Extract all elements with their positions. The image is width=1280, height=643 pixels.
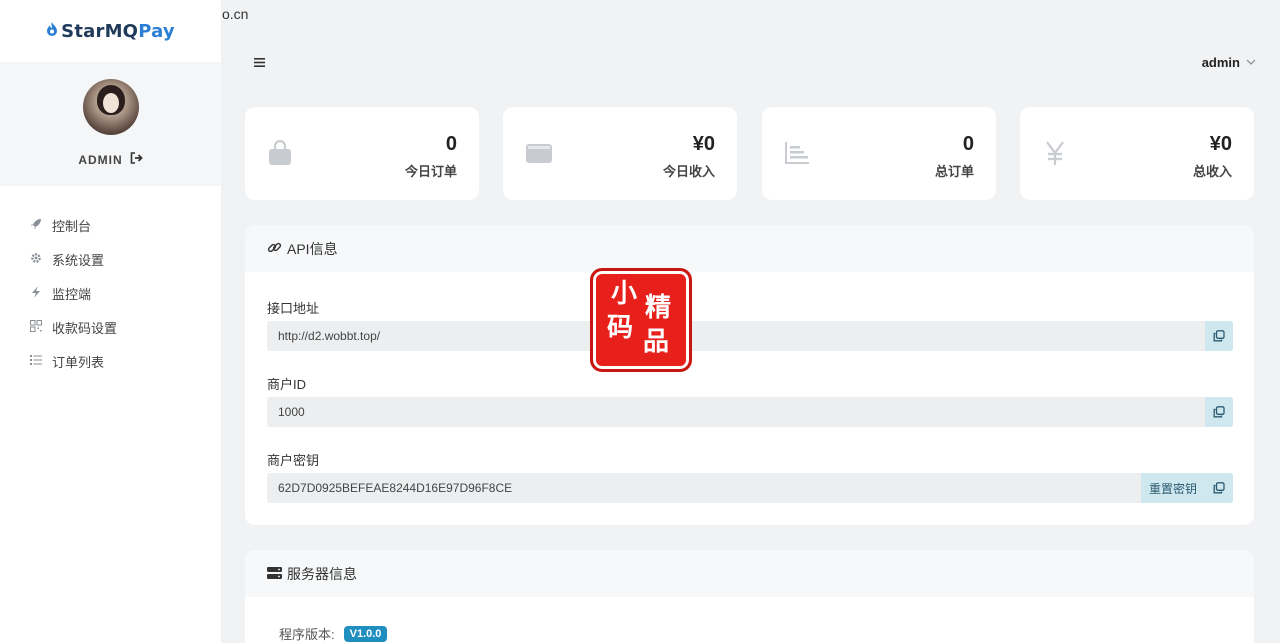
qrcode-icon [29,319,43,335]
merchant-key-label: 商户密钥 [267,453,320,468]
sidebar-item-label: 系统设置 [52,252,105,268]
gear-icon [29,252,43,267]
sidebar-menu: 控制台 系统设置 监控端 收款码设置 订单列表 [0,208,221,378]
version-label: 程序版本: [279,627,335,642]
profile-section: ADMIN [0,62,221,186]
merchant-id-label: 商户ID [267,377,307,392]
stat-value: ¥0 [692,133,715,155]
wallet-icon [525,140,552,166]
stamp-char: 品 [643,327,670,357]
stamp-char: 码 [607,313,634,343]
url-fragment: o.cn [222,6,249,22]
panel-header: API信息 [245,225,1254,272]
reset-key-button[interactable]: 重置密钥 [1140,473,1205,503]
link-icon [267,240,282,258]
topbar: admin [221,38,1280,86]
version-badge: V1.0.0 [343,625,388,642]
yen-icon [1042,140,1068,166]
user-name: admin [1201,54,1240,70]
panel-header: 服务器信息 [245,550,1254,597]
stamp-char: 小 [611,279,638,309]
merchant-key-field[interactable]: 62D7D0925BEFEAE8244D16E97D96F8CE 重置密钥 [267,473,1233,503]
profile-name-row: ADMIN [78,152,143,167]
stat-card-total-income: ¥0 总收入 [1020,107,1254,200]
sidebar-item-label: 监控端 [52,286,92,302]
brand-name: StarMQ [61,20,139,42]
chart-icon [784,140,810,166]
stamp-char: 精 [645,293,672,323]
api-info-panel: API信息 接口地址 http://d2.wobbt.top/ 商户ID 100… [245,225,1254,525]
endpoint-value: http://d2.wobbt.top/ [278,329,381,343]
stat-label: 总订单 [934,164,974,179]
stat-card-total-orders: 0 总订单 [762,107,996,200]
copy-icon [1213,482,1225,494]
stat-card-today-income: ¥0 今日收入 [503,107,737,200]
stat-value: ¥0 [1209,133,1232,155]
sidebar-item-dashboard[interactable]: 控制台 [0,208,221,242]
copy-merchant-key-button[interactable] [1205,473,1233,503]
brand-logo[interactable]: StarMQ Pay [0,0,221,62]
sidebar: StarMQ Pay ADMIN 控制台 系统设置 监控端 收款码设置 订单列表 [0,0,221,643]
panel-title: 服务器信息 [287,565,357,582]
stat-value: 0 [962,133,974,155]
panel-title: API信息 [287,240,338,257]
hamburger-menu-icon[interactable] [254,54,265,71]
copy-icon [1213,406,1225,418]
stat-value: 0 [445,133,457,155]
watermark-stamp: 小 精 码 品 [590,268,692,372]
sidebar-item-orders[interactable]: 订单列表 [0,344,221,378]
avatar[interactable] [82,79,139,135]
copy-merchant-id-button[interactable] [1205,397,1233,427]
brand-name-pay: Pay [138,20,175,42]
stat-label: 今日收入 [662,164,715,179]
stat-label: 总收入 [1192,164,1232,179]
copy-endpoint-button[interactable] [1205,321,1233,351]
flame-icon [46,22,58,40]
chevron-down-icon [1246,56,1256,68]
endpoint-label: 接口地址 [267,301,320,316]
user-menu[interactable]: admin [1202,55,1256,70]
stat-label: 今日订单 [404,164,457,179]
merchant-id-value: 1000 [278,405,305,419]
sidebar-item-label: 收款码设置 [52,320,118,336]
merchant-id-field[interactable]: 1000 [267,397,1233,427]
server-icon [267,566,282,582]
sidebar-item-qrcode[interactable]: 收款码设置 [0,310,221,344]
sidebar-item-label: 订单列表 [52,354,105,370]
server-info-panel: 服务器信息 程序版本: V1.0.0 [245,550,1254,643]
sidebar-item-label: 控制台 [52,218,92,234]
profile-name: ADMIN [78,152,123,167]
bolt-icon [29,285,43,301]
merchant-key-value: 62D7D0925BEFEAE8244D16E97D96F8CE [278,481,513,495]
list-icon [29,354,43,369]
bag-icon [267,139,293,166]
stat-card-today-orders: 0 今日订单 [245,107,479,200]
sidebar-item-settings[interactable]: 系统设置 [0,242,221,276]
rocket-icon [29,218,43,233]
sidebar-item-monitor[interactable]: 监控端 [0,276,221,310]
copy-icon [1213,330,1225,342]
logout-icon[interactable] [130,152,143,167]
endpoint-field[interactable]: http://d2.wobbt.top/ [267,321,1233,351]
version-row: 程序版本: V1.0.0 [279,624,388,643]
